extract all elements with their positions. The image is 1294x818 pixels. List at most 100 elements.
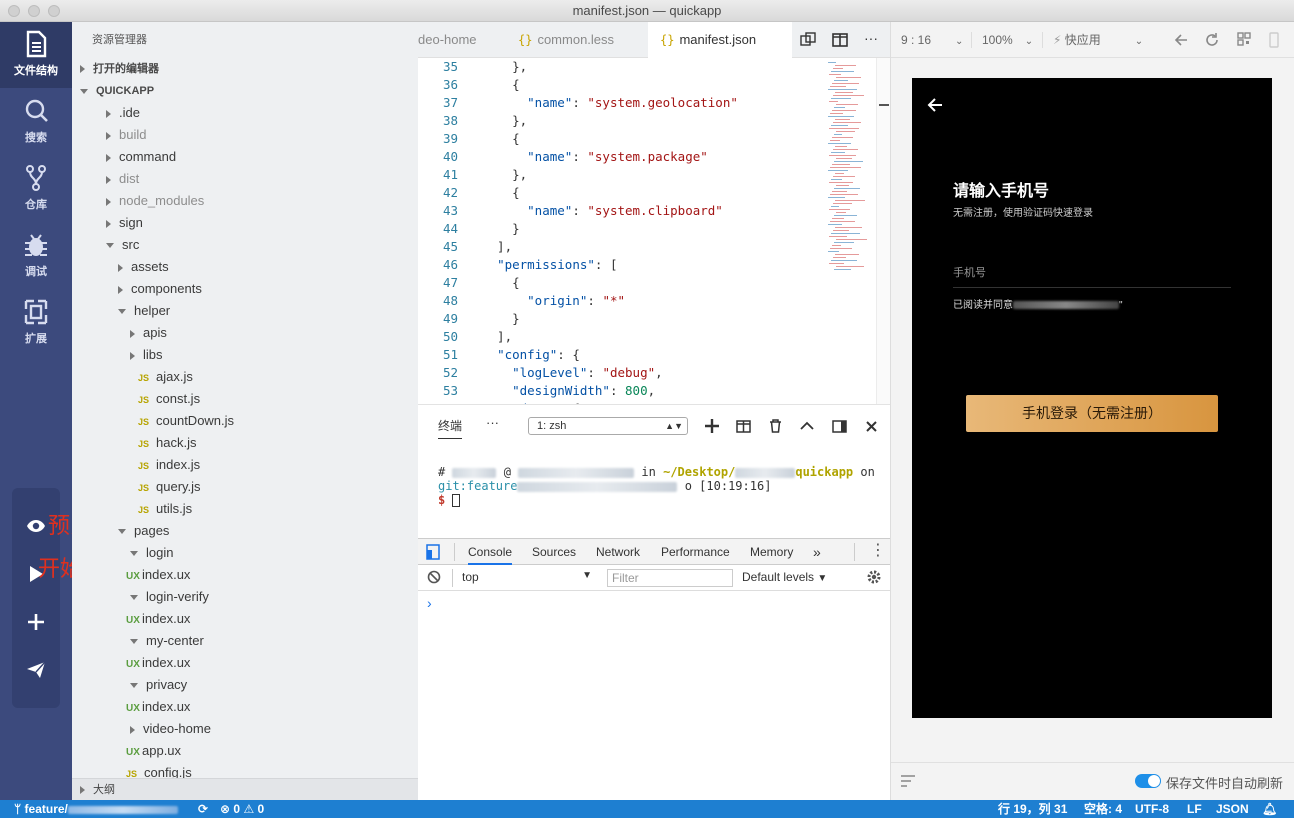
tree-folder[interactable]: assets: [118, 256, 169, 278]
tree-folder[interactable]: dist: [106, 168, 139, 190]
activity-debug[interactable]: 调试: [0, 223, 72, 289]
tree-folder[interactable]: my-center: [130, 630, 204, 652]
tree-file[interactable]: UX index.ux: [126, 696, 190, 718]
line-ending[interactable]: LF: [1187, 800, 1202, 818]
device-icon[interactable]: [1269, 32, 1279, 51]
tab-common-less[interactable]: {} common.less: [518, 22, 638, 58]
console-prompt[interactable]: ›: [427, 595, 432, 611]
tree-file[interactable]: JS hack.js: [138, 432, 196, 454]
toggle-panel-icon[interactable]: [830, 417, 848, 435]
activity-search[interactable]: 搜索: [0, 89, 72, 155]
tree-folder[interactable]: .ide: [106, 102, 140, 124]
tree-folder[interactable]: components: [118, 278, 202, 300]
publish-button[interactable]: [12, 650, 60, 690]
more-actions-icon[interactable]: ···: [864, 30, 878, 46]
add-button[interactable]: [12, 602, 60, 642]
tree-file[interactable]: JS ajax.js: [138, 366, 193, 388]
cursor-position[interactable]: 行 19，列 31: [998, 800, 1067, 818]
tree-file[interactable]: JS const.js: [138, 388, 200, 410]
tree-folder[interactable]: command: [106, 146, 176, 168]
editor-scrollbar[interactable]: [876, 58, 890, 404]
phone-login-button[interactable]: 手机登录（无需注册）: [966, 395, 1218, 432]
branch-indicator[interactable]: ᛘ feature/: [14, 800, 178, 818]
bell-icon[interactable]: 🔔︎: [1262, 800, 1277, 818]
tree-folder[interactable]: privacy: [130, 674, 187, 696]
filter-lines-icon[interactable]: [901, 775, 915, 790]
tree-file[interactable]: UX app.ux: [126, 740, 181, 762]
phone-number-input[interactable]: 手机号: [953, 264, 1231, 288]
back-arrow-icon[interactable]: [926, 96, 944, 117]
split-terminal-icon[interactable]: [734, 417, 752, 435]
trash-icon[interactable]: [766, 417, 784, 435]
tree-file[interactable]: JS countDown.js: [138, 410, 234, 432]
indentation[interactable]: 空格: 4: [1084, 800, 1122, 818]
tab-console[interactable]: Console: [468, 539, 513, 565]
tree-folder[interactable]: libs: [130, 344, 163, 366]
close-icon[interactable]: [862, 417, 880, 435]
tree-folder[interactable]: pages: [118, 520, 169, 542]
tree-folder[interactable]: build: [106, 124, 146, 146]
tab-sources[interactable]: Sources: [532, 539, 576, 565]
aspect-ratio-select[interactable]: 9 : 16 ⌄: [901, 22, 963, 58]
minimap[interactable]: [828, 62, 868, 272]
clear-console-icon[interactable]: [427, 570, 441, 587]
zoom-select[interactable]: 100% ⌄: [982, 22, 1033, 58]
log-levels-select[interactable]: Default levels ▼: [742, 570, 827, 584]
context-select[interactable]: top ▼: [462, 570, 592, 584]
tree-file[interactable]: UX index.ux: [126, 564, 190, 586]
tree-file[interactable]: JS config.js: [126, 762, 192, 778]
tab-manifest-json[interactable]: {} manifest.json: [648, 22, 792, 58]
language-mode[interactable]: JSON: [1216, 800, 1249, 818]
tree-folder[interactable]: node_modules: [106, 190, 204, 212]
more-icon[interactable]: ···: [486, 415, 499, 430]
tree-folder[interactable]: video-home: [130, 718, 211, 740]
tab-memory[interactable]: Memory: [750, 539, 793, 565]
back-arrow-icon[interactable]: [1173, 32, 1189, 51]
outline-section[interactable]: 大纲: [72, 778, 418, 800]
terminal-tab[interactable]: 终端: [438, 417, 463, 439]
settings-gear-icon[interactable]: [866, 569, 882, 588]
tree-folder[interactable]: login-verify: [130, 586, 209, 608]
chevron-up-icon[interactable]: [798, 417, 816, 435]
tree-file[interactable]: UX index.ux: [126, 608, 190, 630]
code-editor[interactable]: 35 }, 36 {37 "name": "system.geolocation"…: [418, 58, 876, 404]
zoom-window-button[interactable]: [48, 5, 60, 17]
close-window-button[interactable]: [8, 5, 20, 17]
refresh-icon[interactable]: [1204, 32, 1220, 51]
tree-folder[interactable]: apis: [130, 322, 167, 344]
terminal-output[interactable]: # @ in ~/Desktop/quickapp on git:feature…: [438, 465, 875, 507]
encoding[interactable]: UTF-8: [1135, 800, 1169, 818]
compare-icon[interactable]: [800, 32, 816, 51]
kebab-menu-icon[interactable]: ⋮: [870, 541, 886, 561]
agreement-text[interactable]: 已阅读并同意 ": [953, 296, 1123, 311]
tree-file[interactable]: JS query.js: [138, 476, 201, 498]
split-editor-icon[interactable]: [832, 32, 848, 51]
shell-select[interactable]: 1: zsh ▲▼: [528, 417, 688, 435]
tree-folder[interactable]: helper: [118, 300, 170, 322]
open-editors-section[interactable]: 打开的编辑器: [72, 58, 418, 80]
activity-file-structure[interactable]: 文件结构: [0, 22, 72, 88]
activity-extensions[interactable]: 扩展: [0, 290, 72, 356]
tree-file[interactable]: JS utils.js: [138, 498, 192, 520]
new-terminal-icon[interactable]: [703, 417, 721, 435]
project-section[interactable]: QUICKAPP: [72, 80, 418, 102]
problems-indicator[interactable]: ⊗ 0 ⚠ 0: [220, 800, 264, 818]
console-filter-input[interactable]: Filter: [607, 569, 733, 587]
tab-performance[interactable]: Performance: [661, 539, 730, 565]
qrcode-icon[interactable]: [1237, 32, 1251, 49]
tree-folder[interactable]: src: [106, 234, 139, 256]
tree-folder[interactable]: login: [130, 542, 173, 564]
tab-video-home[interactable]: deo-home: [418, 22, 498, 58]
tree-file[interactable]: JS index.js: [138, 454, 200, 476]
tree-folder[interactable]: sign: [106, 212, 143, 234]
platform-select[interactable]: ⚡ 快应用 ⌄: [1053, 22, 1143, 58]
auto-refresh-toggle[interactable]: [1135, 774, 1161, 788]
activity-repository[interactable]: 仓库: [0, 156, 72, 222]
device-toggle-icon[interactable]: [426, 544, 440, 563]
minimize-window-button[interactable]: [28, 5, 40, 17]
more-tabs-icon[interactable]: »: [813, 539, 821, 565]
tab-network[interactable]: Network: [596, 539, 640, 565]
tree-item-label: command: [119, 149, 177, 164]
sync-icon[interactable]: ⟳: [198, 800, 208, 818]
tree-file[interactable]: UX index.ux: [126, 652, 190, 674]
